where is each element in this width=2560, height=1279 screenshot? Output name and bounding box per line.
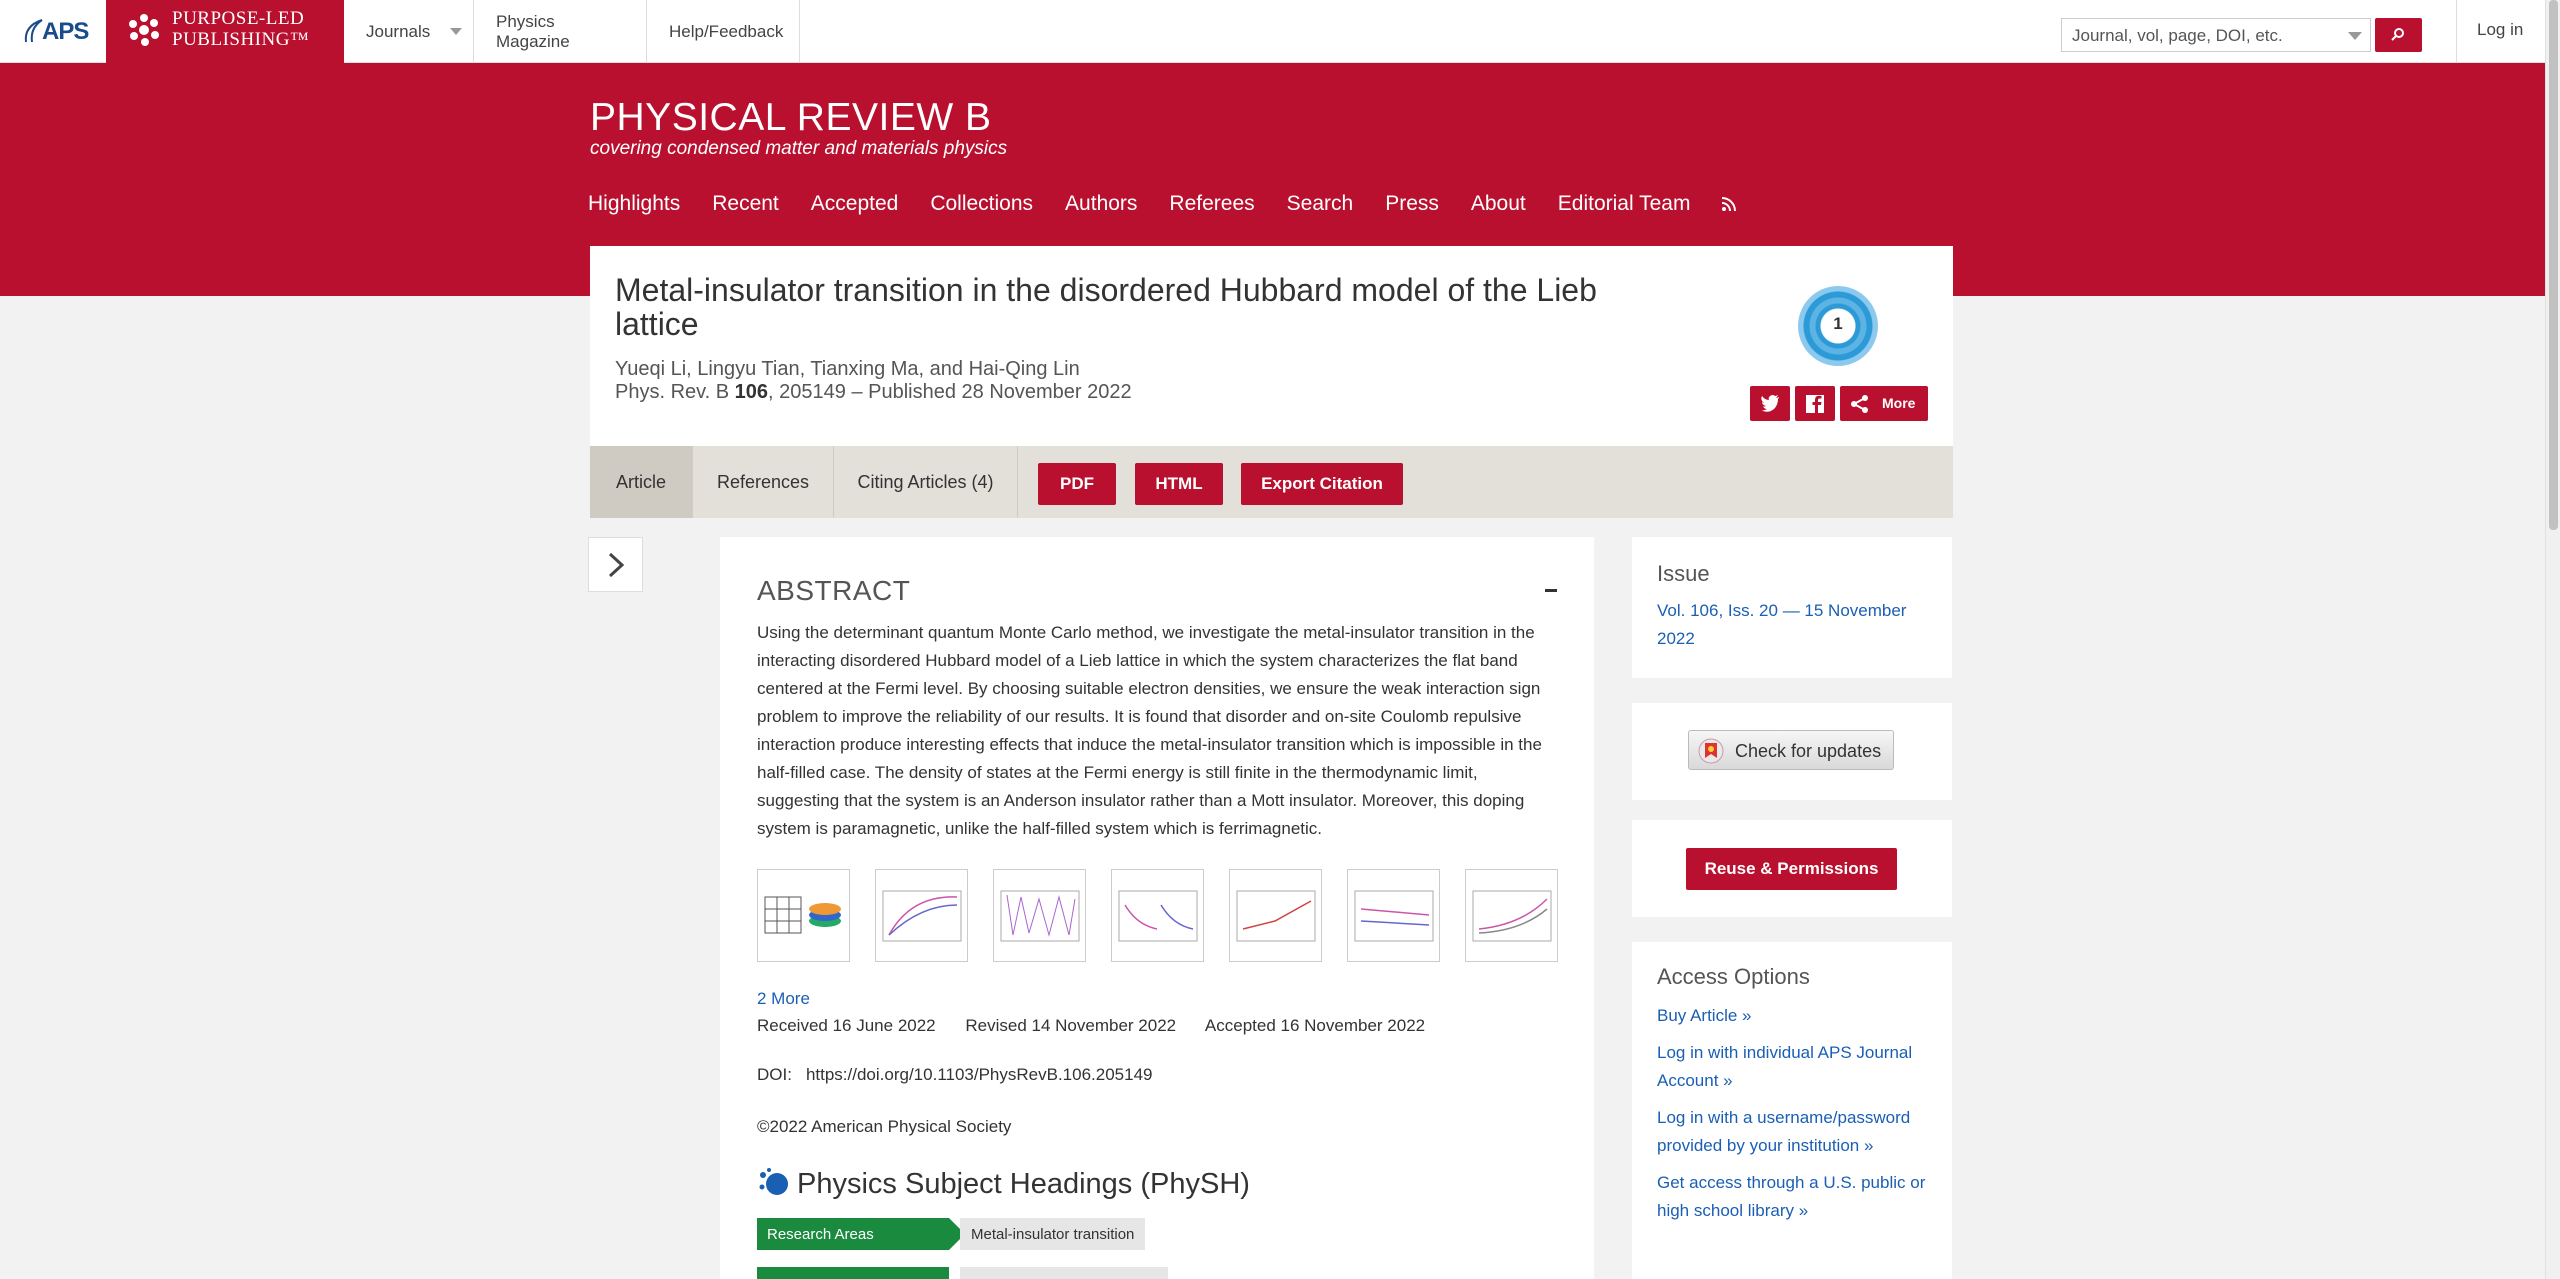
check-for-updates-button[interactable]: Check for updates bbox=[1688, 730, 1894, 770]
share-more-button[interactable]: More bbox=[1840, 386, 1928, 421]
doi: DOI: https://doi.org/10.1103/PhysRevB.106… bbox=[757, 1065, 1153, 1084]
individual-login-link[interactable]: Log in with individual APS Journal Accou… bbox=[1657, 1039, 1932, 1095]
login-link[interactable]: Log in bbox=[2456, 0, 2545, 63]
physics-magazine-link[interactable]: Physics Magazine bbox=[474, 0, 647, 63]
collapse-icon[interactable] bbox=[1545, 589, 1557, 592]
plot-figure-icon bbox=[1000, 890, 1080, 942]
nav-press[interactable]: Press bbox=[1385, 192, 1439, 216]
search-dropdown-icon[interactable] bbox=[2348, 32, 2362, 40]
plp-line1: PURPOSE-LED bbox=[172, 8, 305, 29]
abstract-text: Using the determinant quantum Monte Carl… bbox=[757, 623, 1542, 838]
purpose-led-publishing-logo[interactable]: PURPOSE-LED PUBLISHING™ bbox=[106, 0, 344, 63]
issue-heading: Issue bbox=[1657, 561, 1710, 586]
twitter-icon bbox=[1761, 395, 1779, 412]
physh-category-label bbox=[757, 1267, 949, 1279]
article-authors[interactable]: Yueqi Li, Lingyu Tian, Tianxing Ma, and … bbox=[615, 358, 1080, 381]
plp-flower-icon bbox=[129, 14, 159, 46]
accepted-date: Accepted 16 November 2022 bbox=[1204, 1016, 1426, 1035]
physh-icon bbox=[759, 1168, 788, 1195]
search-icon bbox=[2391, 28, 2404, 41]
article-title: Metal-insulator transition in the disord… bbox=[615, 272, 1597, 342]
access-options-list: Buy Article » Log in with individual APS… bbox=[1657, 1002, 1932, 1234]
twitter-share-button[interactable] bbox=[1750, 386, 1790, 421]
rss-icon[interactable] bbox=[1722, 197, 1737, 211]
scrollbar-thumb[interactable] bbox=[2549, 0, 2558, 530]
nav-recent[interactable]: Recent bbox=[712, 192, 779, 216]
help-feedback-link[interactable]: Help/Feedback bbox=[647, 0, 800, 63]
library-access-link[interactable]: Get access through a U.S. public or high… bbox=[1657, 1169, 1932, 1225]
nav-referees[interactable]: Referees bbox=[1169, 192, 1254, 216]
crossmark-icon bbox=[1698, 738, 1724, 764]
nav-accepted[interactable]: Accepted bbox=[811, 192, 899, 216]
plot-figure-icon bbox=[1118, 890, 1198, 942]
figure-thumbnail[interactable] bbox=[993, 869, 1086, 962]
research-area-tag[interactable]: Metal-insulator transition bbox=[960, 1218, 1146, 1250]
figure-thumbnail[interactable] bbox=[1347, 869, 1440, 962]
lattice-figure-icon bbox=[764, 896, 841, 934]
chevron-down-icon bbox=[450, 28, 463, 35]
plot-figure-icon bbox=[1354, 890, 1434, 942]
nav-search[interactable]: Search bbox=[1287, 192, 1354, 216]
facebook-icon bbox=[1806, 395, 1824, 413]
plot-figure-icon bbox=[1236, 890, 1316, 942]
revised-date: Revised 14 November 2022 bbox=[965, 1016, 1177, 1035]
nav-about[interactable]: About bbox=[1471, 192, 1526, 216]
issue-panel: Issue Vol. 106, Iss. 20 — 15 November 20… bbox=[1632, 537, 1952, 678]
article-main: ABSTRACT Using the determinant quantum M… bbox=[720, 537, 1594, 1279]
figure-thumbnail[interactable] bbox=[1465, 869, 1558, 962]
nav-authors[interactable]: Authors bbox=[1065, 192, 1137, 216]
share-icon bbox=[1851, 395, 1868, 413]
aps-logo[interactable]: APS bbox=[22, 14, 89, 50]
search-input[interactable]: Journal, vol, page, DOI, etc. bbox=[2061, 18, 2371, 52]
copyright: ©2022 American Physical Society bbox=[757, 1117, 1012, 1136]
search-button[interactable] bbox=[2375, 18, 2422, 52]
tab-citing-articles[interactable]: Citing Articles (4) bbox=[834, 446, 1018, 518]
article-header-card: Metal-insulator transition in the disord… bbox=[590, 246, 1953, 446]
abstract-heading: ABSTRACT bbox=[757, 575, 911, 606]
journals-menu[interactable]: Journals bbox=[344, 0, 474, 63]
journal-subtitle: covering condensed matter and materials … bbox=[590, 138, 1008, 159]
buy-article-link[interactable]: Buy Article » bbox=[1657, 1002, 1932, 1030]
journal-nav: Highlights Recent Accepted Collections A… bbox=[588, 192, 1737, 216]
nav-collections[interactable]: Collections bbox=[930, 192, 1033, 216]
reuse-permissions-button[interactable]: Reuse & Permissions bbox=[1686, 848, 1897, 890]
figure-thumbnails bbox=[757, 869, 1583, 962]
journal-title[interactable]: PHYSICAL REVIEW B bbox=[590, 96, 992, 140]
institution-login-link[interactable]: Log in with a username/password provided… bbox=[1657, 1104, 1932, 1160]
issue-link[interactable]: Vol. 106, Iss. 20 — 15 November 2022 bbox=[1657, 597, 1932, 653]
access-options-panel: Access Options Buy Article » Log in with… bbox=[1632, 942, 1952, 1279]
nav-editorial-team[interactable]: Editorial Team bbox=[1558, 192, 1691, 216]
sidebar-toggle-button[interactable] bbox=[588, 537, 643, 592]
figure-thumbnail[interactable] bbox=[1111, 869, 1204, 962]
more-figures-link[interactable]: 2 More bbox=[757, 989, 810, 1009]
nav-highlights[interactable]: Highlights bbox=[588, 192, 680, 216]
doi-link[interactable]: https://doi.org/10.1103/PhysRevB.106.205… bbox=[806, 1065, 1153, 1084]
physh-category-tag[interactable] bbox=[960, 1267, 1168, 1279]
tab-article[interactable]: Article bbox=[590, 446, 693, 518]
altmetric-badge[interactable]: 1 bbox=[1798, 286, 1878, 366]
research-areas-label: Research Areas bbox=[757, 1218, 965, 1250]
check-updates-panel: Check for updates bbox=[1632, 703, 1952, 800]
plp-line2: PUBLISHING™ bbox=[172, 29, 310, 50]
facebook-share-button[interactable] bbox=[1795, 386, 1835, 421]
top-bar: APS PURPOSE-LED PUBLISHING™ Journals Phy… bbox=[0, 0, 2545, 63]
html-button[interactable]: HTML bbox=[1135, 463, 1223, 505]
figure-thumbnail[interactable] bbox=[1229, 869, 1322, 962]
tab-references[interactable]: References bbox=[693, 446, 834, 518]
access-options-heading: Access Options bbox=[1657, 964, 1810, 989]
physh-heading: Physics Subject Headings (PhySH) bbox=[757, 1167, 1250, 1201]
figure-thumbnail[interactable] bbox=[757, 869, 850, 962]
export-citation-button[interactable]: Export Citation bbox=[1241, 463, 1403, 505]
reuse-panel: Reuse & Permissions bbox=[1632, 820, 1952, 917]
page-scrollbar[interactable] bbox=[2545, 0, 2560, 1279]
chevron-right-icon bbox=[608, 552, 625, 578]
pdf-button[interactable]: PDF bbox=[1038, 463, 1116, 505]
plot-figure-icon bbox=[1472, 890, 1552, 942]
article-citation: Phys. Rev. B 106, 205149 – Published 28 … bbox=[615, 381, 1132, 403]
article-dates: Received 16 June 2022 Revised 14 Novembe… bbox=[757, 1016, 1450, 1036]
figure-thumbnail[interactable] bbox=[875, 869, 968, 962]
received-date: Received 16 June 2022 bbox=[757, 1016, 936, 1035]
article-tabs: Article References Citing Articles (4) P… bbox=[590, 446, 1953, 518]
plot-figure-icon bbox=[882, 890, 962, 942]
